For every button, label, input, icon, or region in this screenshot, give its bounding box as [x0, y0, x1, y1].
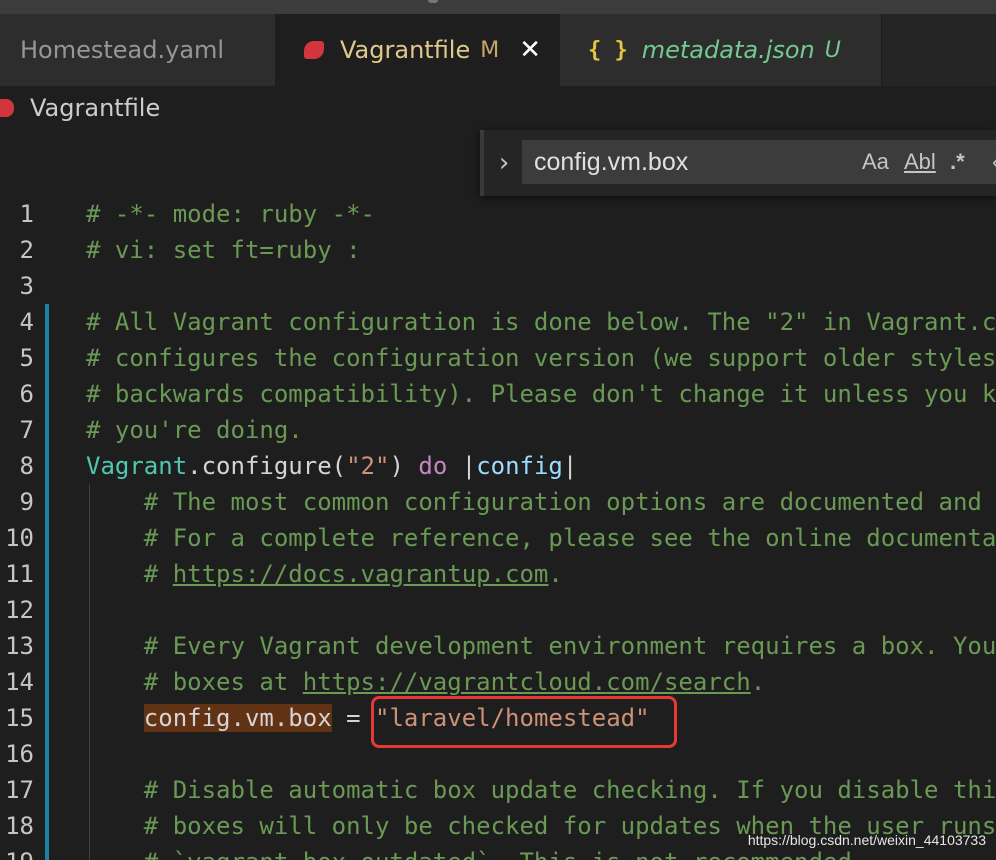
line-text: # boxes at https://vagrantcloud.com/sear… [86, 664, 765, 700]
breadcrumb-file[interactable]: Vagrantfile [30, 94, 160, 122]
code-line: 6 # backwards compatibility). Please don'… [0, 376, 996, 412]
find-input[interactable]: config.vm.box Aa Abl .* ‹ [522, 140, 996, 184]
line-number: 4 [19, 308, 34, 336]
match-whole-word-icon[interactable]: Abl [904, 149, 936, 175]
ruby-file-icon [304, 41, 324, 59]
comment-token: . [750, 668, 766, 696]
line-text: # configures the configuration version (… [86, 344, 996, 372]
line-number: 14 [5, 668, 34, 696]
breadcrumb: Vagrantfile [0, 86, 996, 130]
keyword-token: do [418, 452, 448, 480]
find-input-value: config.vm.box [534, 148, 689, 176]
line-number: 11 [5, 560, 34, 588]
plain-token: | [562, 452, 578, 480]
code-line: 10 # For a complete reference, please se… [0, 520, 996, 556]
line-number: 13 [5, 632, 34, 660]
variable-token: config [476, 452, 563, 480]
line-text: # For a complete reference, please see t… [86, 524, 996, 552]
match-case-icon[interactable]: Aa [862, 149, 889, 175]
comment-token: # boxes at [86, 668, 303, 696]
annotation-highlight-box [371, 696, 677, 748]
code-line: 8 Vagrant.configure("2") do |config| [0, 448, 996, 484]
operator-token: = [331, 704, 375, 732]
tab-label: metadata.json [641, 36, 815, 64]
line-text: # -*- mode: ruby -*- [86, 200, 375, 228]
code-line: 12 [0, 592, 996, 628]
line-number: 15 [5, 704, 34, 732]
editor-tab-bar: Homestead.yaml Vagrantfile M ✕ { } metad… [0, 14, 996, 86]
tab-label: Vagrantfile [340, 36, 471, 64]
code-editor[interactable]: 1 # -*- mode: ruby -*- 2 # vi: set ft=ruby… [0, 196, 996, 860]
line-text: # https://docs.vagrantup.com. [86, 556, 563, 592]
json-file-icon: { } [588, 37, 628, 63]
line-number: 19 [0, 844, 34, 860]
line-text: # you're doing. [86, 416, 303, 444]
docs-link[interactable]: https://docs.vagrantup.com [173, 560, 549, 588]
title-bar-marker [428, 0, 438, 3]
line-number: 10 [5, 524, 34, 552]
code-line: 9 # The most common configuration option… [0, 484, 996, 520]
code-line: 14 # boxes at https://vagrantcloud.com/s… [0, 664, 996, 700]
vagrantcloud-link[interactable]: https://vagrantcloud.com/search [303, 668, 751, 696]
plain-token: | [447, 452, 477, 480]
line-text: # backwards compatibility). Please don't… [86, 380, 996, 408]
tab-vagrantfile[interactable]: Vagrantfile M ✕ [276, 14, 560, 86]
close-icon[interactable]: ✕ [519, 35, 541, 65]
line-number: 12 [5, 596, 34, 624]
code-line: 1 # -*- mode: ruby -*- [0, 196, 996, 232]
line-number: 3 [19, 272, 34, 300]
line-number: 8 [19, 452, 34, 480]
line-text: # All Vagrant configuration is done belo… [86, 308, 996, 336]
comment-token: . [548, 560, 563, 588]
line-number: 17 [5, 776, 34, 804]
find-widget-edge-icon[interactable]: ‹ [992, 149, 996, 175]
line-number: 16 [5, 740, 34, 768]
line-text: # Disable automatic box update checking.… [86, 776, 996, 804]
line-number: 5 [19, 344, 34, 372]
ruby-file-icon [0, 99, 14, 117]
tab-label: Homestead.yaml [20, 36, 225, 64]
watermark: https://blog.csdn.net/weixin_44103733 [747, 832, 986, 848]
toggle-replace-chevron-icon[interactable]: › [496, 148, 512, 178]
find-match-highlight: config.vm.box [143, 704, 332, 732]
code-line: 3 [0, 268, 996, 304]
plain-token: .configure( [187, 452, 347, 480]
class-token: Vagrant [86, 452, 188, 480]
line-number: 1 [19, 200, 34, 228]
indent-token [86, 704, 144, 732]
code-line: 17 # Disable automatic box update checki… [0, 772, 996, 808]
line-number: 18 [5, 812, 34, 840]
code-line: 7 # you're doing. [0, 412, 996, 448]
code-line: 4 # All Vagrant configuration is done bel… [0, 304, 996, 340]
plain-token: ) [389, 452, 419, 480]
code-line: 11 # https://docs.vagrantup.com. [0, 556, 996, 592]
tab-homestead-yaml[interactable]: Homestead.yaml [0, 14, 276, 86]
line-number: 9 [19, 488, 34, 516]
line-text: Vagrant.configure("2") do |config| [86, 448, 577, 484]
use-regex-icon[interactable]: .* [950, 149, 965, 175]
code-line: 2 # vi: set ft=ruby : [0, 232, 996, 268]
find-widget: › config.vm.box Aa Abl .* ‹ [480, 130, 996, 196]
comment-token: # [86, 560, 173, 588]
line-text: # The most common configuration options … [86, 488, 982, 516]
code-line: 13 # Every Vagrant development environme… [0, 628, 996, 664]
line-text: # Every Vagrant development environment … [86, 632, 996, 660]
line-number: 6 [19, 380, 34, 408]
tab-metadata-json[interactable]: { } metadata.json U [560, 14, 882, 86]
title-bar [0, 0, 996, 14]
untracked-badge: U [824, 37, 841, 63]
line-text: # vi: set ft=ruby : [86, 236, 361, 264]
modified-badge: M [480, 37, 500, 63]
line-number: 7 [19, 416, 34, 444]
code-line: 5 # configures the configuration version … [0, 340, 996, 376]
line-number: 2 [19, 236, 34, 264]
string-token: "2" [346, 452, 390, 480]
